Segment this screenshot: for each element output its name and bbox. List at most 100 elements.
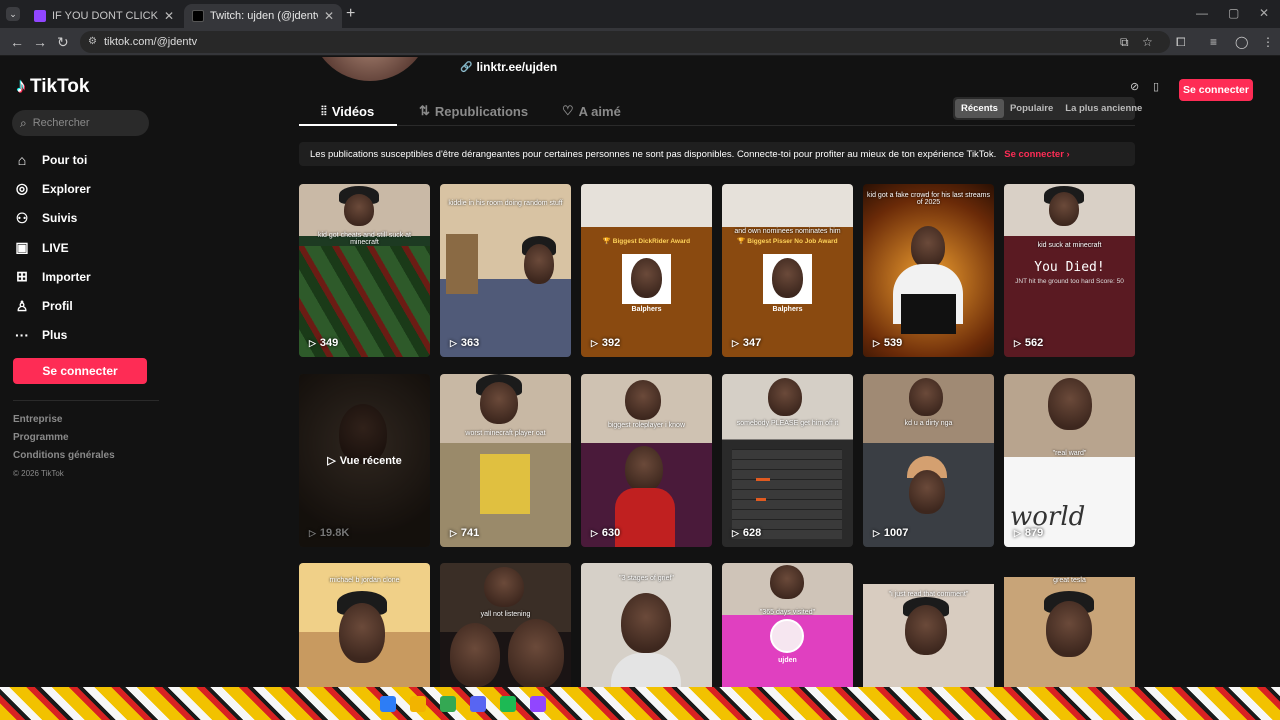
- video-card[interactable]: "3 stages of grief": [581, 563, 712, 687]
- video-card[interactable]: great tesla: [1004, 563, 1135, 687]
- more-icon: ···: [15, 327, 29, 344]
- media-icon[interactable]: ≡: [1210, 35, 1217, 49]
- device-icon[interactable]: ▯: [1153, 80, 1159, 93]
- sidebar-login-button[interactable]: Se connecter: [13, 358, 147, 384]
- video-caption: "3 stages of grief": [619, 575, 674, 582]
- video-card[interactable]: 🏆 Biggest DickRider Award Balphers ▷ 392: [581, 184, 712, 357]
- video-caption: "365 days visited": [759, 609, 816, 616]
- video-caption: "real ward": [1052, 450, 1087, 457]
- video-caption: yall not listening: [480, 611, 531, 618]
- twitch-icon[interactable]: [530, 696, 546, 712]
- forward-icon[interactable]: →: [33, 34, 47, 50]
- content-notice: Les publications susceptibles d'être dér…: [299, 142, 1135, 166]
- bookmark-star-icon[interactable]: ☆: [1142, 35, 1153, 49]
- view-count: ▷ 741: [450, 527, 480, 539]
- browser-tab-2[interactable]: Twitch: ujden (@jdentv) | TikTok ✕: [184, 4, 342, 28]
- site-info-icon[interactable]: ⚙: [88, 36, 97, 47]
- profile-bio-link[interactable]: 🔗 linktr.ee/ujden: [460, 60, 557, 74]
- search-input[interactable]: ⌕ Rechercher: [12, 110, 149, 136]
- install-app-icon[interactable]: ⧉: [1120, 35, 1129, 50]
- video-card[interactable]: biggest roleplayer i know ▷ 630: [581, 374, 712, 547]
- sidebar-item-plus[interactable]: ··· Plus: [14, 321, 159, 350]
- video-card[interactable]: ▷ Vue récente ▷ 19.8K: [299, 374, 430, 547]
- header-login-button[interactable]: Se connecter: [1179, 79, 1253, 101]
- sort-popular[interactable]: Populaire: [1004, 99, 1059, 118]
- video-card[interactable]: kd u a dirty nga ▷ 1007: [863, 374, 994, 547]
- minimize-icon[interactable]: —: [1196, 6, 1208, 20]
- tiktok-logo[interactable]: ♪ TikTok: [16, 75, 89, 98]
- sidebar-item-label: Suivis: [42, 211, 78, 226]
- video-card[interactable]: and own nominees nominates him 🏆 Biggest…: [722, 184, 853, 357]
- video-card[interactable]: "i just read that comment": [863, 563, 994, 687]
- sidebar-divider: [13, 400, 159, 401]
- view-count: ▷ 349: [309, 337, 339, 349]
- sidebar-item-label: Explorer: [42, 181, 91, 196]
- award-name: Balphers: [631, 306, 662, 313]
- footer-link-conditions[interactable]: Conditions générales: [13, 447, 115, 465]
- play-icon: ▷: [309, 337, 316, 348]
- new-tab-button[interactable]: +: [346, 5, 355, 23]
- profile-icon: ♙: [15, 297, 29, 314]
- sidebar-item-profil[interactable]: ♙ Profil: [14, 291, 159, 320]
- video-card[interactable]: kid got cheats and still suck at minecra…: [299, 184, 430, 357]
- sidebar-item-explorer[interactable]: ◎ Explorer: [14, 174, 159, 203]
- explorer-icon[interactable]: [410, 696, 426, 712]
- tab-search-icon[interactable]: ⌄: [6, 7, 20, 21]
- video-caption: great tesla: [1053, 577, 1086, 584]
- tab-republications[interactable]: ⇅ Republications: [419, 103, 528, 119]
- extensions-icon[interactable]: ⧠: [1176, 35, 1186, 50]
- compass-icon[interactable]: ⊘: [1130, 80, 1139, 93]
- close-window-icon[interactable]: ✕: [1259, 6, 1269, 20]
- tab-videos[interactable]: ⦙⦙ Vidéos: [321, 103, 374, 119]
- browser-menu-icon[interactable]: ⋮: [1262, 35, 1274, 49]
- video-card[interactable]: michael b jordan clone: [299, 563, 430, 687]
- sidebar-nav: ⌂ Pour toi ◎ Explorer ⚇ Suivis ▣ LIVE ⊞ Impor…: [14, 145, 159, 350]
- sidebar-item-suivis[interactable]: ⚇ Suivis: [14, 204, 159, 233]
- active-tab-indicator: [299, 124, 397, 126]
- maximize-icon[interactable]: ▢: [1228, 6, 1239, 20]
- video-card[interactable]: ujden "365 days visited": [722, 563, 853, 687]
- view-count: ▷ 630: [591, 527, 621, 539]
- video-card[interactable]: kiddie in his room doing random stuff ▷ 3…: [440, 184, 571, 357]
- death-screen-title: You Died!: [1034, 260, 1105, 275]
- video-card[interactable]: yall not listening: [440, 563, 571, 687]
- reload-icon[interactable]: ↻: [57, 34, 69, 51]
- play-icon: ▷: [450, 337, 457, 348]
- view-count: ▷ 392: [591, 337, 621, 349]
- footer-link-entreprise[interactable]: Entreprise: [13, 411, 115, 429]
- back-icon[interactable]: ←: [10, 34, 24, 50]
- sidebar-item-label: Profil: [42, 299, 73, 314]
- profile-icon[interactable]: ◯: [1235, 35, 1248, 49]
- tab-label: A aimé: [578, 103, 621, 119]
- spotify-icon[interactable]: [500, 696, 516, 712]
- sidebar-item-importer[interactable]: ⊞ Importer: [14, 262, 159, 291]
- view-count: ▷ 628: [732, 527, 762, 539]
- taskbar-icons: [380, 696, 546, 712]
- view-count: ▷ 363: [450, 337, 480, 349]
- footer-link-programme[interactable]: Programme: [13, 429, 115, 447]
- close-tab-icon[interactable]: ✕: [324, 9, 334, 23]
- video-card[interactable]: kid suck at minecraft You Died! JNT hit …: [1004, 184, 1135, 357]
- sidebar-item-pour-toi[interactable]: ⌂ Pour toi: [14, 145, 159, 174]
- close-tab-icon[interactable]: ✕: [164, 9, 174, 23]
- card-username: ujden: [778, 657, 797, 664]
- address-bar[interactable]: ⚙ tiktok.com/@jdentv: [80, 31, 1170, 53]
- video-card[interactable]: somebody PLEASE get him off it ▷ 628: [722, 374, 853, 547]
- home-icon: ⌂: [17, 151, 27, 168]
- start-icon[interactable]: [380, 696, 396, 712]
- sort-recent[interactable]: Récents: [955, 99, 1004, 118]
- video-card[interactable]: worst minecraft player oat ▷ 741: [440, 374, 571, 547]
- browser-tab-1[interactable]: IF YOU DONT CLICK YOU A PO ✕: [26, 4, 182, 28]
- play-icon: ▷: [732, 527, 739, 538]
- notice-login-link[interactable]: Se connecter ›: [1004, 149, 1069, 160]
- video-card[interactable]: kid got a fake crowd for his last stream…: [863, 184, 994, 357]
- chrome-icon[interactable]: [440, 696, 456, 712]
- video-caption: kiddie in his room doing random stuff: [448, 200, 563, 207]
- sort-oldest[interactable]: La plus ancienne: [1059, 99, 1148, 118]
- tab-liked[interactable]: ♡ A aimé: [562, 103, 621, 119]
- recently-viewed-overlay: ▷ Vue récente: [299, 374, 430, 547]
- tab-label: Vidéos: [331, 103, 375, 119]
- discord-icon[interactable]: [470, 696, 486, 712]
- video-card[interactable]: world "real ward" ▷ 879: [1004, 374, 1135, 547]
- sidebar-item-live[interactable]: ▣ LIVE: [14, 233, 159, 262]
